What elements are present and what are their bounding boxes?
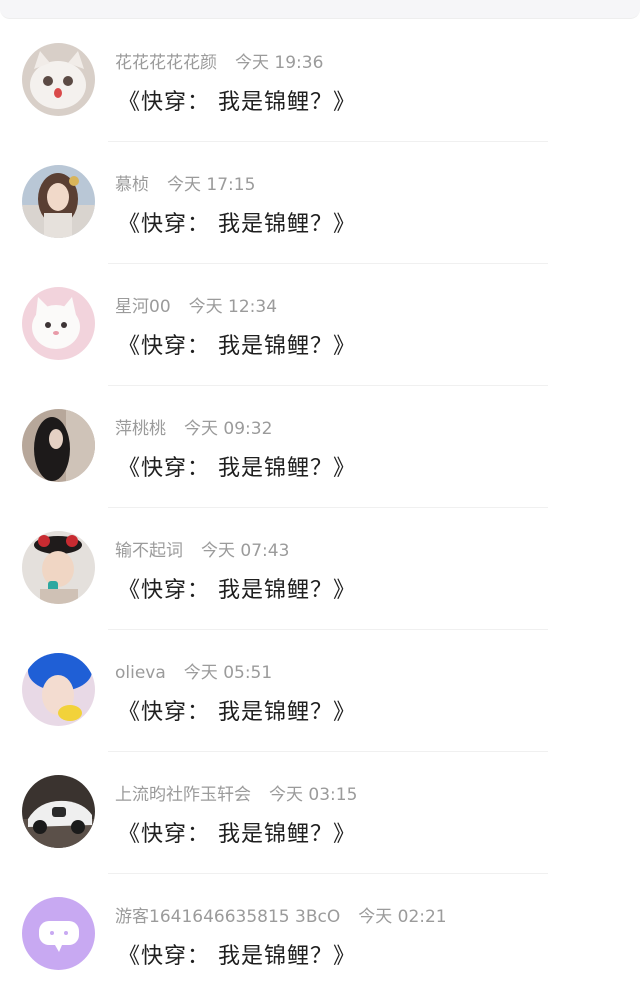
comment-meta: 游客1641646635815 3BcO 今天 02:21 bbox=[115, 902, 447, 927]
comment-meta: 上流昀社阼玉轩会 今天 03:15 bbox=[115, 780, 357, 805]
timestamp: 今天 19:36 bbox=[235, 53, 324, 73]
username[interactable]: 慕桢 bbox=[115, 175, 149, 195]
timestamp: 今天 02:21 bbox=[358, 907, 447, 927]
comment-item: 慕桢 今天 17:15 《快穿： 我是锦鲤？》 bbox=[0, 142, 640, 264]
username[interactable]: 萍桃桃 bbox=[115, 419, 166, 439]
dark-hair-girl-avatar-icon[interactable] bbox=[22, 409, 95, 482]
comment-item: 花花花花花颜 今天 19:36 《快穿： 我是锦鲤？》 bbox=[0, 20, 640, 142]
username[interactable]: 输不起词 bbox=[115, 541, 183, 561]
timestamp: 今天 12:34 bbox=[188, 297, 278, 317]
username[interactable]: 花花花花花颜 bbox=[115, 53, 217, 73]
child-with-bow-avatar-icon[interactable] bbox=[22, 531, 95, 604]
comment-meta: 慕桢 今天 17:15 bbox=[115, 170, 255, 195]
comment-text: 《快穿： 我是锦鲤？》 bbox=[118, 578, 356, 603]
comment-meta: 星河00 今天 12:34 bbox=[115, 292, 277, 317]
comment-item: olieva 今天 05:51 《快穿： 我是锦鲤？》 bbox=[0, 630, 640, 752]
comment-item: 萍桃桃 今天 09:32 《快穿： 我是锦鲤？》 bbox=[0, 386, 640, 508]
comment-item: 上流昀社阼玉轩会 今天 03:15 《快穿： 我是锦鲤？》 bbox=[0, 752, 640, 874]
white-cat-avatar-icon[interactable] bbox=[22, 43, 95, 116]
timestamp: 今天 07:43 bbox=[201, 541, 290, 561]
username[interactable]: olieva bbox=[115, 663, 166, 683]
comment-text: 《快穿： 我是锦鲤？》 bbox=[118, 334, 356, 359]
chat-bubble-avatar-icon[interactable] bbox=[22, 897, 95, 970]
timestamp: 今天 03:15 bbox=[269, 785, 358, 805]
comment-item: 星河00 今天 12:34 《快穿： 我是锦鲤？》 bbox=[0, 264, 640, 386]
comment-text: 《快穿： 我是锦鲤？》 bbox=[118, 212, 356, 237]
comment-text: 《快穿： 我是锦鲤？》 bbox=[118, 456, 356, 481]
comment-item: 输不起词 今天 07:43 《快穿： 我是锦鲤？》 bbox=[0, 508, 640, 630]
comment-list: 花花花花花颜 今天 19:36 《快穿： 我是锦鲤？》 慕桢 今天 17:15 《快… bbox=[0, 20, 640, 996]
timestamp: 今天 17:15 bbox=[167, 175, 256, 195]
timestamp: 今天 05:51 bbox=[183, 663, 273, 683]
comment-text: 《快穿： 我是锦鲤？》 bbox=[118, 90, 356, 115]
username[interactable]: 上流昀社阼玉轩会 bbox=[115, 785, 251, 805]
comment-text: 《快穿： 我是锦鲤？》 bbox=[118, 700, 356, 725]
race-car-avatar-icon[interactable] bbox=[22, 775, 95, 848]
comment-meta: 输不起词 今天 07:43 bbox=[115, 536, 289, 561]
username[interactable]: 星河00 bbox=[115, 297, 171, 317]
timestamp: 今天 09:32 bbox=[184, 419, 273, 439]
top-bar bbox=[0, 0, 640, 19]
comment-text: 《快穿： 我是锦鲤？》 bbox=[118, 944, 356, 969]
comment-meta: 花花花花花颜 今天 19:36 bbox=[115, 48, 323, 73]
comment-text: 《快穿： 我是锦鲤？》 bbox=[118, 822, 356, 847]
username[interactable]: 游客1641646635815 3BcO bbox=[115, 907, 340, 927]
anime-girl-avatar-icon[interactable] bbox=[22, 165, 95, 238]
white-kitten-avatar-icon[interactable] bbox=[22, 287, 95, 360]
comment-meta: 萍桃桃 今天 09:32 bbox=[115, 414, 272, 439]
comment-meta: olieva 今天 05:51 bbox=[115, 658, 272, 683]
blue-hair-avatar-icon[interactable] bbox=[22, 653, 95, 726]
